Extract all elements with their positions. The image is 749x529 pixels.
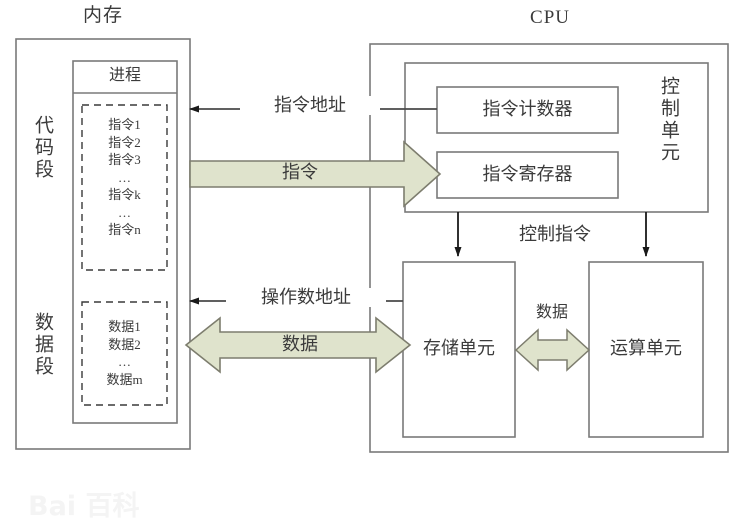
code-segment-dashed-box	[81, 104, 168, 271]
storage-unit-box	[402, 261, 516, 438]
process-box	[72, 60, 178, 424]
memory-outer-box	[15, 38, 191, 450]
instruction-block-arrow	[189, 140, 442, 208]
data-segment-dashed-box	[81, 301, 168, 406]
internal-data-block-arrow	[514, 328, 591, 372]
baidu-watermark: Bai 百科	[28, 491, 140, 522]
instruction-register-box	[436, 151, 619, 199]
control-unit-box	[404, 62, 709, 213]
cpu-outer-box	[369, 43, 729, 453]
arithmetic-unit-box	[588, 261, 704, 438]
data-bus-block-arrow	[184, 316, 412, 374]
diagram-vector-layer	[15, 38, 729, 453]
diagram-canvas: 内存 CPU 代码段 数据段 进程 指令1 指令2 指令3 … 指令k … 指令…	[0, 0, 749, 529]
program-counter-box	[436, 86, 619, 134]
